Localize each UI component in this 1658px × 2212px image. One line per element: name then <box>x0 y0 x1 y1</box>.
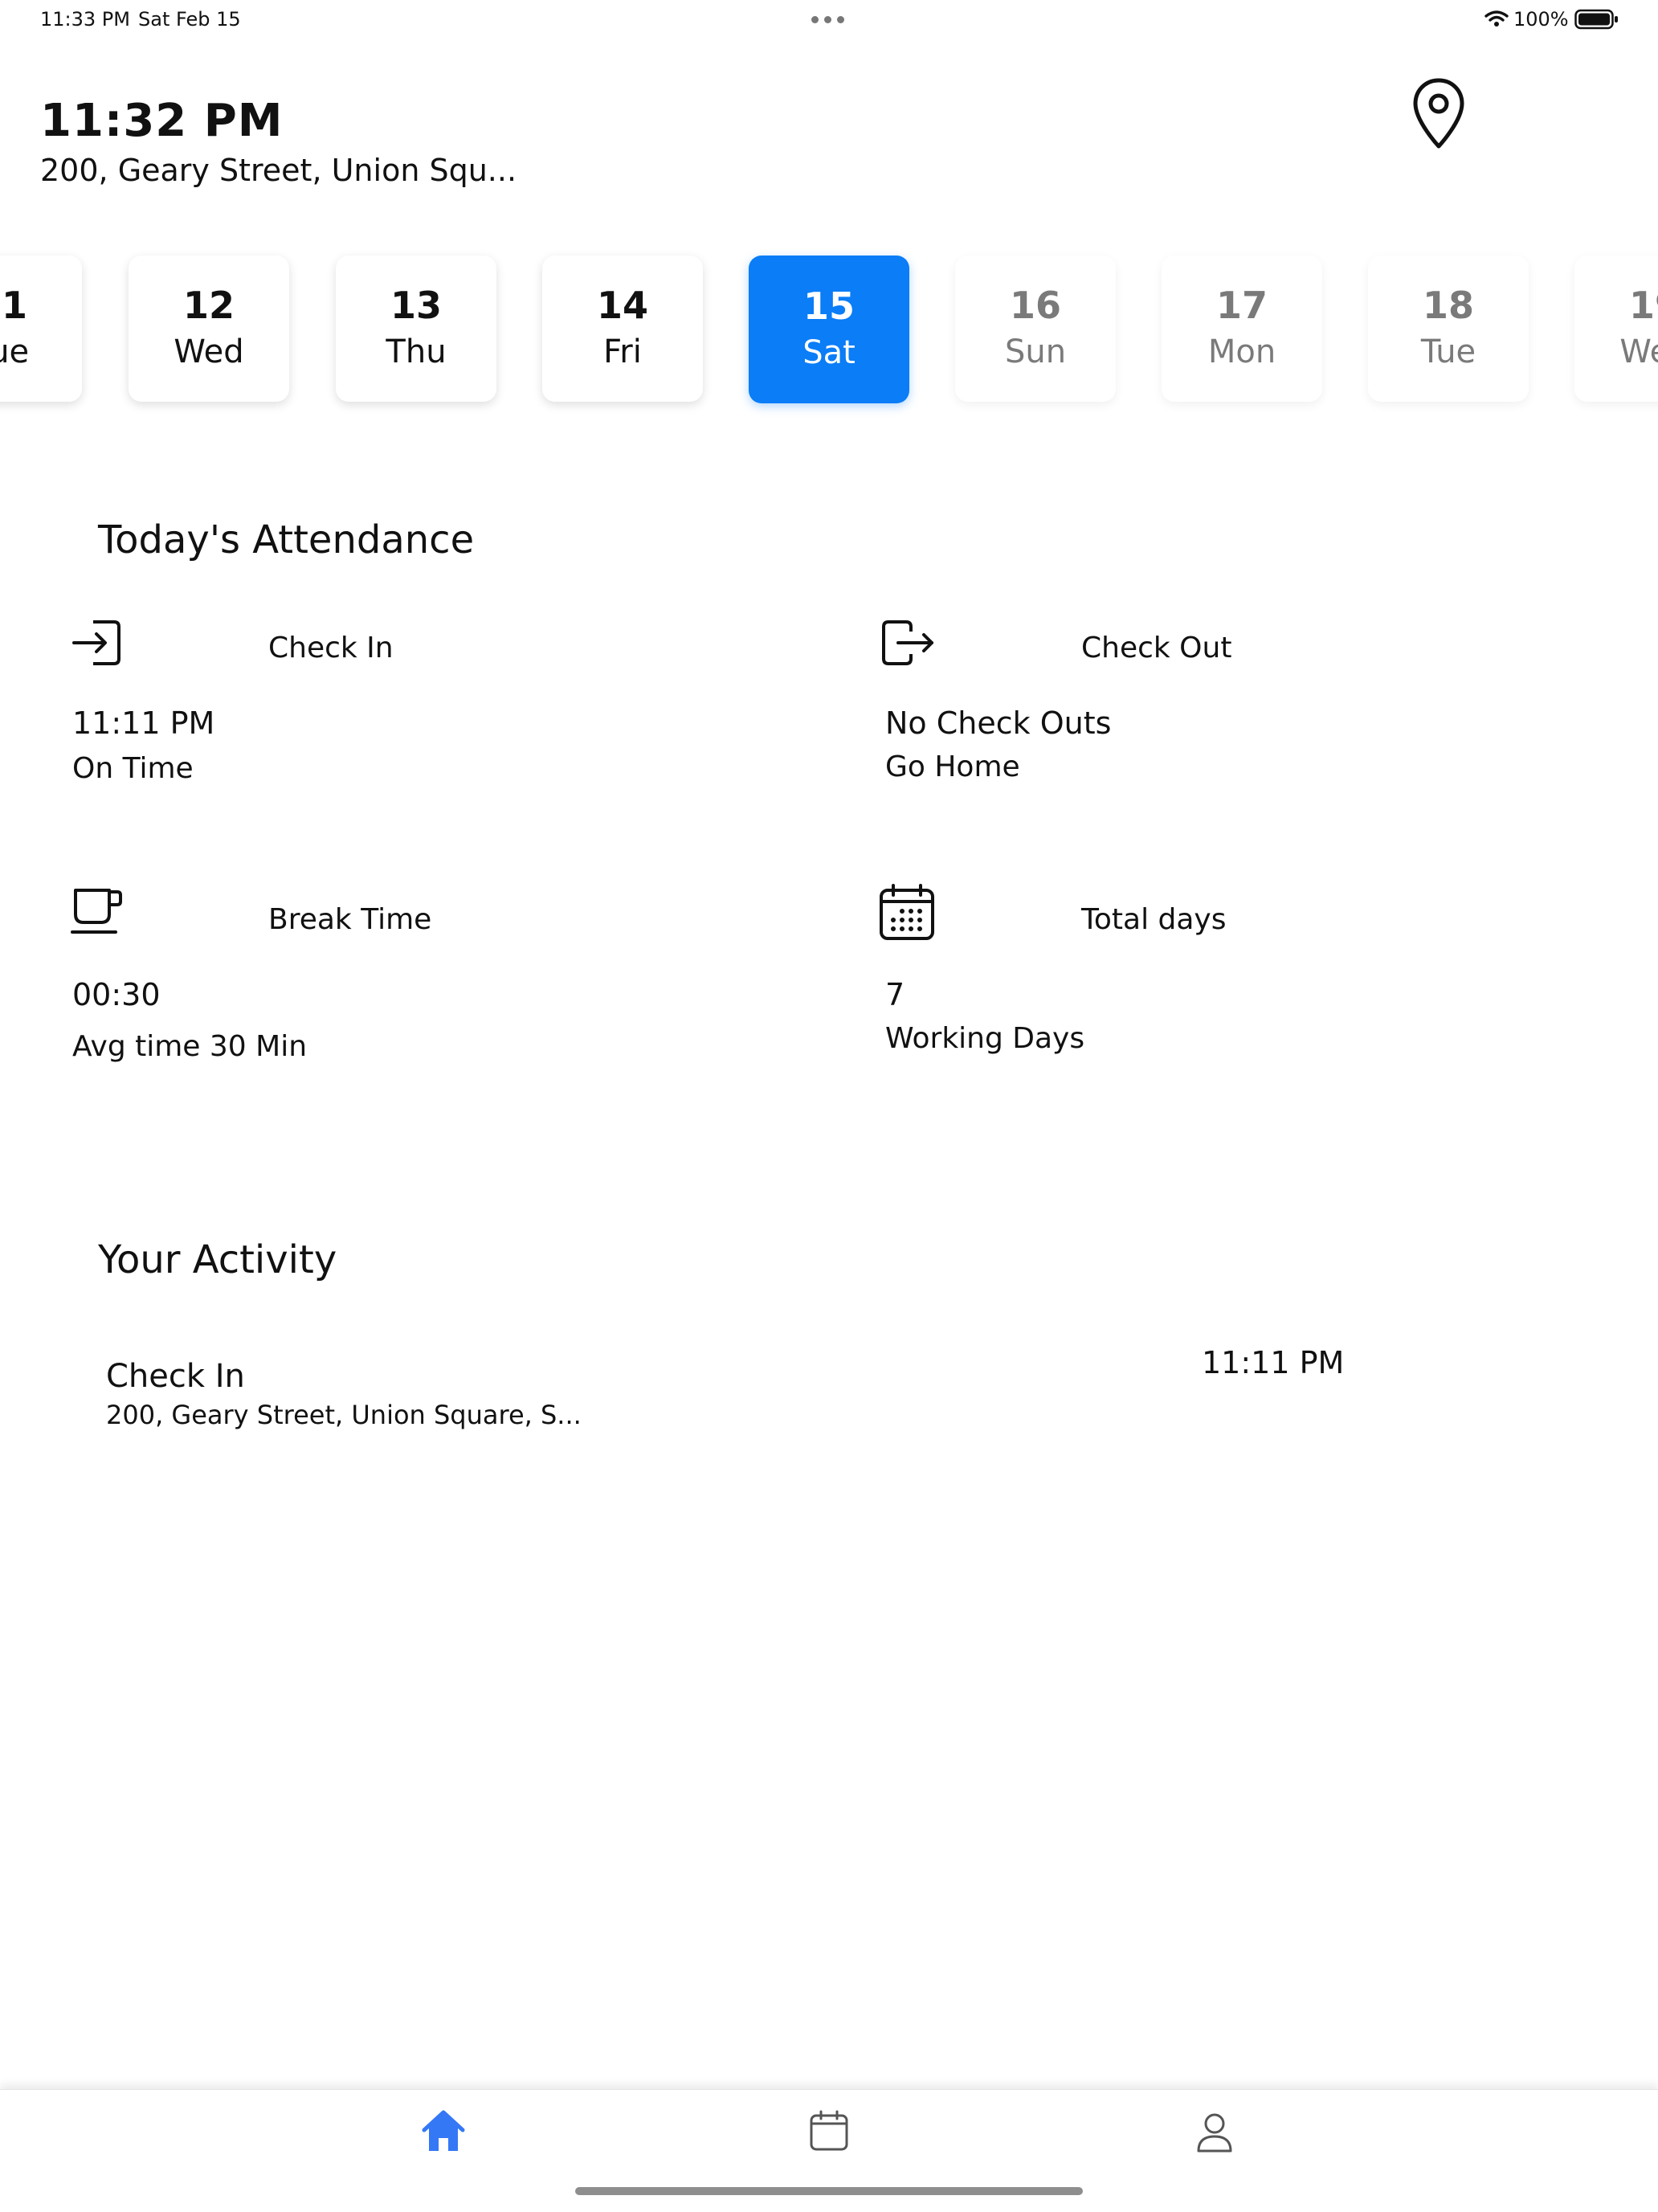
check-in-status: On Time <box>72 752 194 785</box>
battery-percentage: 100% <box>1513 8 1569 31</box>
break-time-avg: Avg time 30 Min <box>72 1030 308 1063</box>
home-indicator[interactable] <box>575 2187 1083 2195</box>
date-selector[interactable]: 11 Tue 12 Wed 13 Thu 14 Fri 15 Sat 16 Su… <box>0 241 1658 426</box>
day-16[interactable]: 16 Sun <box>955 256 1116 402</box>
status-time: 11:33 PM <box>40 8 130 31</box>
day-13[interactable]: 13 Thu <box>336 256 496 402</box>
day-18[interactable]: 18 Tue <box>1368 256 1529 402</box>
total-days-value: 7 <box>885 977 905 1012</box>
current-address: 200, Geary Street, Union Squ... <box>40 153 517 188</box>
battery-icon <box>1574 8 1619 35</box>
wifi-icon <box>1484 10 1509 32</box>
check-in-time: 11:11 PM <box>72 705 215 741</box>
home-icon <box>422 2110 465 2151</box>
break-time-value: 00:30 <box>72 977 161 1012</box>
day-11[interactable]: 11 Tue <box>0 256 82 402</box>
activity-item[interactable]: Check In 200, Geary Street, Union Square… <box>104 1345 1358 1446</box>
check-in-label: Check In <box>268 632 394 664</box>
day-14[interactable]: 14 Fri <box>542 256 703 402</box>
working-days-label: Working Days <box>885 1022 1085 1055</box>
calendar-grid-icon <box>879 884 935 945</box>
tab-profile[interactable] <box>1190 2108 1239 2156</box>
person-icon <box>1197 2113 1232 2153</box>
total-days-label: Total days <box>1081 903 1227 936</box>
tab-calendar[interactable] <box>805 2108 853 2156</box>
day-15-selected[interactable]: 15 Sat <box>749 256 909 403</box>
day-12[interactable]: 12 Wed <box>129 256 289 402</box>
break-time-label: Break Time <box>268 903 432 936</box>
check-out-value: No Check Outs <box>885 705 1112 741</box>
multitasking-dots-icon[interactable] <box>811 6 847 31</box>
tab-home[interactable] <box>419 2108 468 2156</box>
calendar-icon <box>810 2110 848 2151</box>
activity-type: Check In <box>106 1358 245 1395</box>
current-time: 11:32 PM <box>40 95 284 147</box>
status-date: Sat Feb 15 <box>138 8 241 31</box>
activity-time: 11:11 PM <box>1202 1345 1345 1380</box>
login-icon <box>71 619 122 670</box>
logout-icon <box>880 619 937 670</box>
activity-address: 200, Geary Street, Union Square, S... <box>106 1400 582 1430</box>
check-out-status: Go Home <box>885 750 1020 783</box>
status-bar: 11:33 PM Sat Feb 15 100% <box>0 0 1658 40</box>
attendance-title: Today's Attendance <box>98 517 475 562</box>
day-17[interactable]: 17 Mon <box>1162 256 1322 402</box>
coffee-cup-icon <box>71 887 124 940</box>
activity-title: Your Activity <box>98 1237 337 1282</box>
day-19[interactable]: 19 Wed <box>1574 256 1658 402</box>
check-out-label: Check Out <box>1081 632 1232 664</box>
location-pin-icon[interactable] <box>1411 77 1467 154</box>
